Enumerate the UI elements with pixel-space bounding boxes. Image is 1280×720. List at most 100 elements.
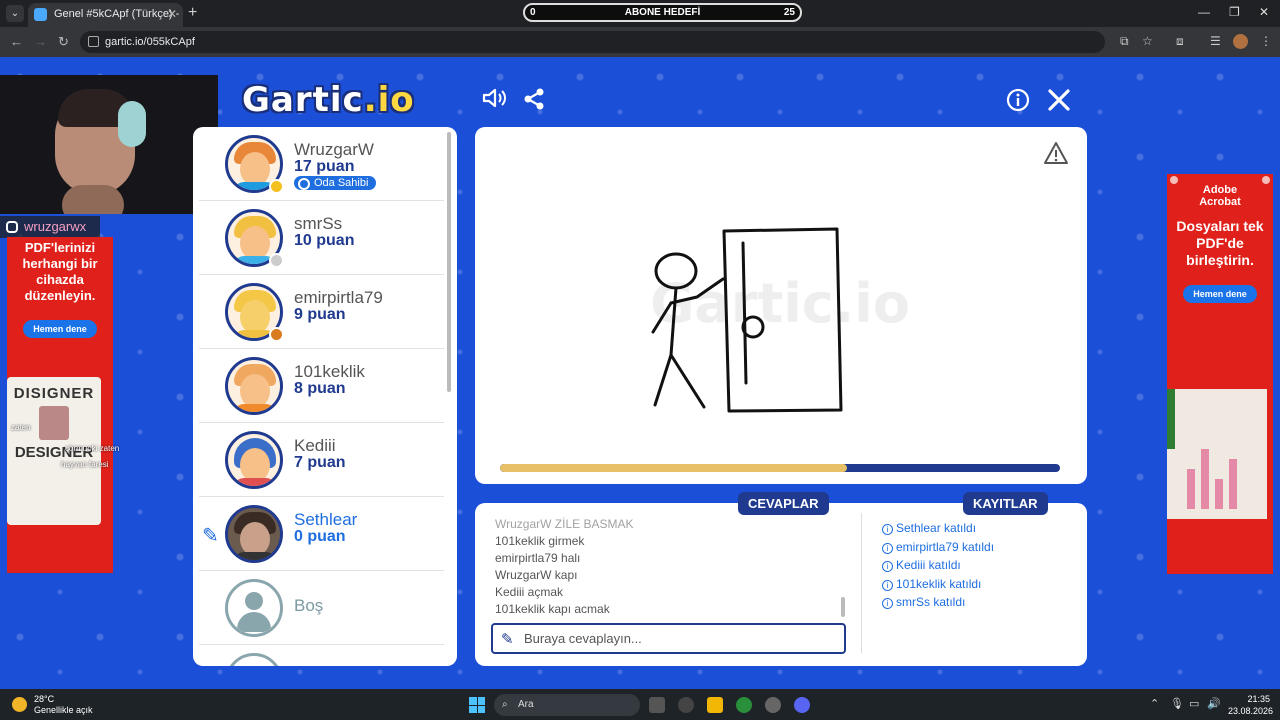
new-tab-icon[interactable]: + xyxy=(188,4,197,22)
player-avatar xyxy=(225,357,283,415)
file-explorer-icon[interactable] xyxy=(707,697,723,713)
answers-list: WruzgarW ZİLE BASMAK 101keklik girmek em… xyxy=(495,516,845,621)
extensions-icon[interactable]: ⧈ xyxy=(1176,34,1184,49)
empty-slot xyxy=(199,645,444,666)
window-close-icon[interactable]: ✕ xyxy=(1259,5,1269,19)
goal-target-value: 25 xyxy=(783,7,795,18)
players-scrollbar[interactable] xyxy=(447,132,451,392)
right-ad-button[interactable]: Hemen dene xyxy=(1183,285,1257,303)
player-score: 10 puan xyxy=(294,232,355,249)
tab-close-icon[interactable]: ✕ xyxy=(167,3,177,25)
forward-icon[interactable]: → xyxy=(34,34,47,49)
players-panel: WruzgarW 17 puan Oda Sahibi smrSs 10 pua… xyxy=(193,127,457,666)
system-clock[interactable]: 21:35 23.08.2026 xyxy=(1228,693,1274,717)
avatar-face xyxy=(240,226,270,260)
sound-icon[interactable] xyxy=(481,86,507,117)
empty-slot: Boş xyxy=(199,571,444,645)
left-ad-banner[interactable]: PDF'lerinizi herhangi bir cihazda düzenl… xyxy=(7,237,119,573)
avatar-face xyxy=(240,374,270,408)
right-ad-banner[interactable]: Adobe Acrobat Dosyaları tek PDF'de birle… xyxy=(1167,174,1273,574)
share-icon[interactable] xyxy=(522,87,546,118)
discord-icon[interactable] xyxy=(794,697,810,713)
taskbar-search[interactable]: ⌕ Ara xyxy=(494,694,640,716)
url-field[interactable]: gartic.io/055kCApf xyxy=(80,31,1105,53)
status-dot xyxy=(269,179,284,194)
player-score: 9 puan xyxy=(294,306,346,323)
chrome-icon[interactable] xyxy=(736,697,752,713)
log-row: i 101keklik katıldı xyxy=(882,577,994,596)
network-icon[interactable]: ▭ xyxy=(1189,697,1199,710)
logs-tab[interactable]: KAYITLAR xyxy=(963,492,1048,515)
avatar-body xyxy=(234,478,276,486)
weather-widget[interactable]: 28°C Genellikle açık xyxy=(34,694,93,716)
left-ad-button[interactable]: Hemen dene xyxy=(23,320,97,338)
pencil-icon: ✎ xyxy=(501,631,514,648)
browser-tab[interactable]: Genel #5kCApf (Türkçe) - Gartic ✕ xyxy=(28,3,183,27)
microphone-icon[interactable]: 🎙 xyxy=(1170,697,1184,710)
answers-logs-panel: CEVAPLAR KAYITLAR WruzgarW ZİLE BASMAK 1… xyxy=(475,492,1087,666)
empty-avatar xyxy=(225,579,283,637)
ad-shot-bar xyxy=(1201,449,1209,509)
app-icon[interactable] xyxy=(678,697,694,713)
browser-menu-icon[interactable]: ⋮ xyxy=(1260,34,1272,48)
ad-info-icon[interactable] xyxy=(1170,176,1178,184)
answer-row: WruzgarW kapı xyxy=(495,568,578,582)
tab-favicon-icon xyxy=(34,8,47,21)
search-icon: ⌕ xyxy=(502,699,508,710)
reload-icon[interactable]: ↻ xyxy=(58,34,69,50)
drawing-canvas[interactable]: Gartic.io xyxy=(475,127,1087,457)
url-text: gartic.io/055kCApf xyxy=(105,36,195,48)
log-text: 101keklik katıldı xyxy=(896,576,982,591)
right-ad-brand-2: Acrobat xyxy=(1199,196,1241,208)
instagram-icon xyxy=(6,221,18,233)
player-card[interactable]: emirpirtla79 9 puan xyxy=(199,275,444,349)
round-timer-bar xyxy=(500,464,1060,472)
avatar-body xyxy=(234,552,276,560)
weather-sun-icon[interactable] xyxy=(12,697,27,712)
right-ad-text: Dosyaları tek PDF'de birleştirin. xyxy=(1176,218,1264,268)
logo-io: .io xyxy=(363,80,415,120)
player-card[interactable]: smrSs 10 puan xyxy=(199,201,444,275)
tab-search-menu-icon[interactable]: ⌄ xyxy=(6,5,24,22)
log-text: emirpirtla79 katıldı xyxy=(896,539,995,554)
site-info-icon[interactable] xyxy=(88,36,99,47)
player-name: emirpirtla79 xyxy=(294,288,383,307)
answer-input[interactable]: ✎ Buraya cevaplayın... xyxy=(491,623,846,654)
answers-tab[interactable]: CEVAPLAR xyxy=(738,492,829,515)
info-icon[interactable] xyxy=(1006,88,1030,119)
clock-date: 23.08.2026 xyxy=(1228,706,1274,716)
drawing-canvas-panel[interactable]: Gartic.io xyxy=(475,127,1087,484)
minimize-icon[interactable]: — xyxy=(1198,5,1210,19)
exit-icon[interactable] xyxy=(1047,88,1071,119)
obs-icon[interactable] xyxy=(765,697,781,713)
install-app-icon[interactable]: ⧉ xyxy=(1120,34,1129,49)
ad-shot-sidebar xyxy=(1167,389,1175,449)
tray-chevron-icon[interactable]: ⌃ xyxy=(1150,697,1159,710)
start-menu-icon[interactable] xyxy=(469,697,485,713)
volume-icon[interactable]: 🔊 xyxy=(1207,697,1221,710)
ad-close-icon[interactable] xyxy=(1262,176,1270,184)
gartic-logo[interactable]: Gartic.io xyxy=(242,80,415,120)
bookmark-star-icon[interactable]: ☆ xyxy=(1142,34,1153,48)
ad-shot-bar xyxy=(1229,459,1237,509)
info-small-icon: i xyxy=(882,524,893,535)
doc-photo xyxy=(39,406,69,440)
log-text: Sethlear katıldı xyxy=(896,521,977,535)
player-card-drawing[interactable]: ✎ Sethlear 0 puan xyxy=(199,497,444,571)
maximize-icon[interactable]: ❐ xyxy=(1229,5,1240,19)
player-card[interactable]: 101keklik 8 puan xyxy=(199,349,444,423)
task-view-icon[interactable] xyxy=(649,697,665,713)
round-timer-fill xyxy=(500,464,848,472)
back-icon[interactable]: ← xyxy=(10,34,23,49)
stream-chat-line: hayvan faresi xyxy=(61,460,109,469)
profile-avatar[interactable] xyxy=(1233,34,1248,49)
info-small-icon: i xyxy=(882,542,893,554)
answers-scrollbar[interactable] xyxy=(841,597,845,617)
player-card[interactable]: Kediii 7 puan xyxy=(199,423,444,497)
weather-desc: Genellikle açık xyxy=(34,705,93,715)
reading-list-icon[interactable]: ☰ xyxy=(1210,34,1221,48)
player-card[interactable]: WruzgarW 17 puan Oda Sahibi xyxy=(199,127,444,201)
answer-row: 101keklik girmek xyxy=(495,534,585,548)
avatar-face xyxy=(240,300,270,334)
stream-chat-line: çörmuoki zaten xyxy=(65,444,120,453)
